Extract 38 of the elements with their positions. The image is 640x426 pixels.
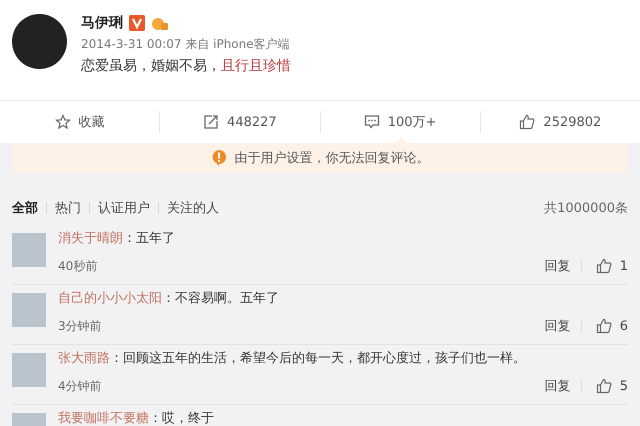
reply-button[interactable]: 回复 [534, 257, 581, 275]
filter-tab[interactable]: 关注的人 [159, 199, 227, 217]
comment-text: ：哎，终于 [149, 411, 214, 426]
avatar-placeholder [12, 353, 46, 387]
filter-tab[interactable]: 全部 [12, 199, 46, 217]
author-name[interactable]: 马伊琍 [81, 14, 123, 32]
like-button[interactable]: 6 [582, 318, 628, 334]
filter-tab[interactable]: 认证用户 [90, 199, 158, 217]
reply-button[interactable]: 回复 [534, 317, 581, 335]
thumbs-up-icon [596, 258, 612, 274]
comment-time: 3分钟前 [58, 318, 102, 334]
favorite-button[interactable]: 收藏 [0, 101, 160, 143]
comment-button[interactable]: 100万+ [320, 101, 480, 143]
like-button[interactable]: 1 [582, 258, 628, 274]
repost-button[interactable]: 448227 [160, 101, 320, 143]
comment-time: 4分钟前 [58, 378, 102, 394]
avatar-placeholder [12, 293, 46, 327]
star-icon [54, 114, 71, 130]
comment-time: 40秒前 [58, 258, 98, 274]
notice-text: 由于用户设置，你无法回复评论。 [234, 150, 430, 167]
thumbs-up-icon [596, 318, 612, 334]
post-link[interactable]: 且行且珍惜 [221, 58, 291, 74]
filter-tab[interactable]: 热门 [47, 199, 89, 217]
thumbs-up-icon [519, 114, 536, 130]
comment-text: ：五年了 [123, 231, 175, 246]
like-button[interactable]: 5 [582, 378, 628, 394]
comment-total: 共1000000条 [544, 200, 628, 217]
post-text: 恋爱虽易，婚姻不易，且行且珍惜 [81, 57, 291, 75]
post-meta: 2014-3-31 00:07 来自 iPhone客户端 [81, 36, 291, 53]
reply-button[interactable]: 回复 [534, 377, 581, 395]
avatar-placeholder [12, 233, 46, 267]
warning-icon [210, 149, 226, 167]
thumbs-up-icon [596, 378, 612, 394]
comment-text: ：回顾这五年的生活，希望今后的每一天，都开心度过，孩子们也一样。 [110, 351, 526, 366]
comment-text: ：不容易啊。五年了 [162, 291, 279, 306]
comment-icon [364, 114, 380, 130]
share-icon [203, 114, 220, 130]
like-button[interactable]: 2529802 [480, 101, 640, 143]
